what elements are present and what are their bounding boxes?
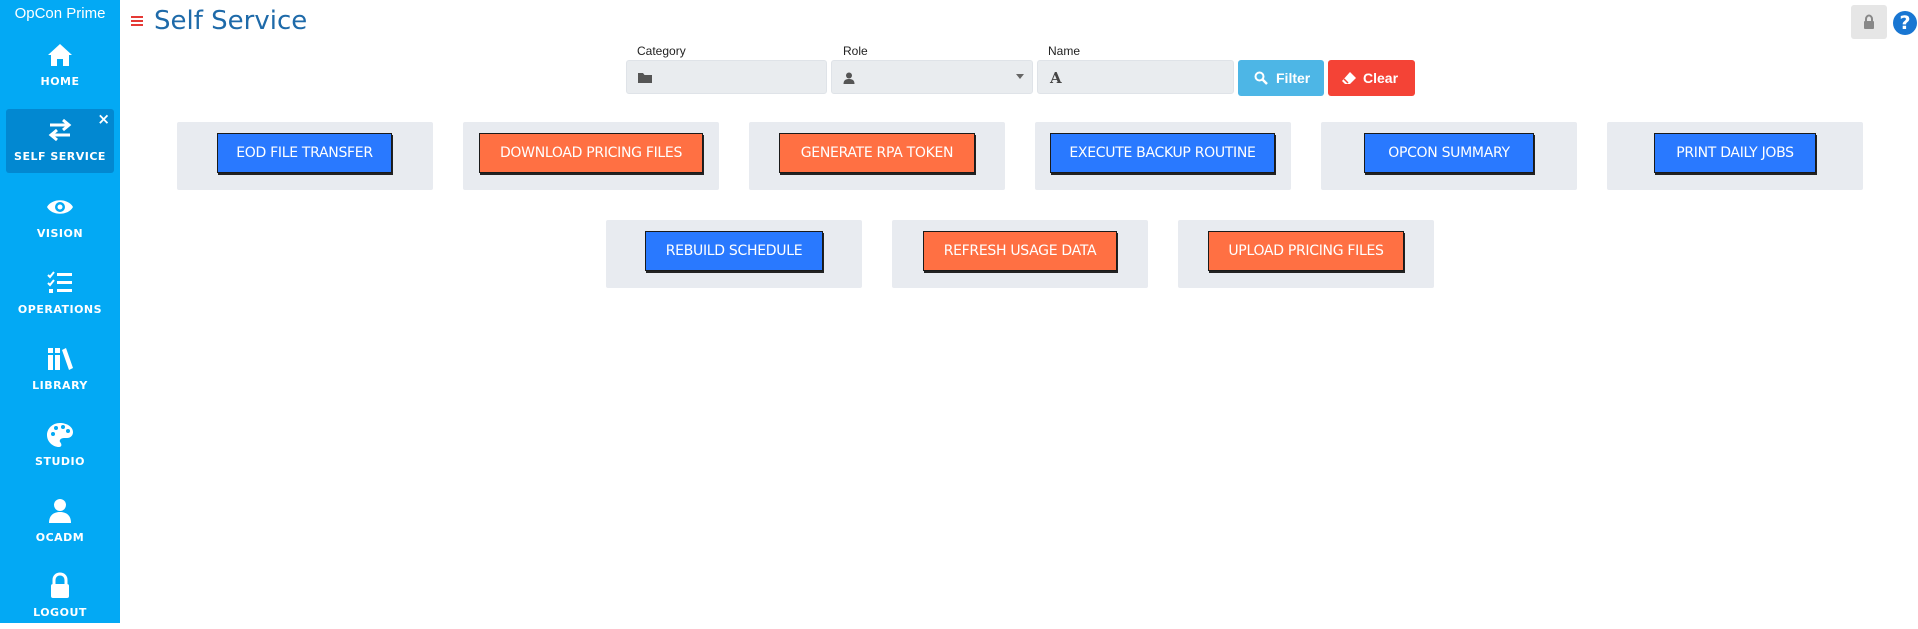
action-tile: EOD FILE TRANSFER bbox=[177, 122, 433, 190]
upload-pricing-files-button[interactable]: UPLOAD PRICING FILES bbox=[1208, 231, 1404, 271]
eye-icon bbox=[47, 200, 73, 214]
close-icon[interactable]: × bbox=[97, 110, 110, 128]
sidebar-item-logout[interactable]: LOGOUT bbox=[6, 565, 114, 629]
action-tile: OPCON SUMMARY bbox=[1321, 122, 1577, 190]
filter-button-label: Filter bbox=[1276, 70, 1311, 86]
lock-icon bbox=[51, 572, 69, 598]
eraser-icon bbox=[1342, 72, 1356, 84]
action-tile: REFRESH USAGE DATA bbox=[892, 220, 1148, 288]
font-icon: A bbox=[1050, 69, 1062, 87]
name-label: Name bbox=[1048, 44, 1081, 58]
page-title: Self Service bbox=[154, 6, 308, 36]
eod-file-transfer-button[interactable]: EOD FILE TRANSFER bbox=[217, 133, 392, 173]
books-icon bbox=[48, 348, 73, 370]
home-icon bbox=[48, 44, 72, 66]
sidebar: OpCon Prime HOME × SELF SERVICE VISION O… bbox=[0, 0, 120, 623]
clear-button[interactable]: Clear bbox=[1328, 60, 1415, 96]
sidebar-item-vision[interactable]: VISION bbox=[6, 186, 114, 250]
sidebar-item-home[interactable]: HOME bbox=[6, 34, 114, 98]
action-tile: PRINT DAILY JOBS bbox=[1607, 122, 1863, 190]
hamburger-icon[interactable] bbox=[131, 15, 143, 27]
tasks-icon bbox=[47, 271, 72, 293]
generate-rpa-token-button[interactable]: GENERATE RPA TOKEN bbox=[779, 133, 975, 173]
palette-icon bbox=[47, 423, 73, 447]
sidebar-item-label: HOME bbox=[40, 75, 80, 88]
sidebar-item-label: OPERATIONS bbox=[17, 303, 103, 316]
lock-button[interactable] bbox=[1851, 5, 1887, 39]
role-label: Role bbox=[843, 44, 868, 58]
sidebar-item-self-service[interactable]: × SELF SERVICE bbox=[6, 109, 114, 173]
category-label: Category bbox=[637, 44, 686, 58]
sidebar-item-studio[interactable]: STUDIO bbox=[6, 414, 114, 478]
role-select[interactable] bbox=[831, 60, 1033, 94]
name-input[interactable]: A bbox=[1037, 60, 1234, 94]
user-icon bbox=[843, 72, 855, 84]
action-tile: UPLOAD PRICING FILES bbox=[1178, 220, 1434, 288]
clear-button-label: Clear bbox=[1363, 70, 1399, 86]
print-daily-jobs-button[interactable]: PRINT DAILY JOBS bbox=[1654, 133, 1816, 173]
sidebar-item-label: SELF SERVICE bbox=[14, 150, 106, 163]
arrows-exchange-icon bbox=[48, 118, 72, 142]
help-icon[interactable]: ? bbox=[1893, 11, 1917, 35]
user-icon bbox=[49, 499, 71, 523]
folder-icon bbox=[638, 73, 652, 83]
action-tile: EXECUTE BACKUP ROUTINE bbox=[1035, 122, 1291, 190]
action-tile: REBUILD SCHEDULE bbox=[606, 220, 862, 288]
filter-button[interactable]: Filter bbox=[1238, 60, 1324, 96]
action-tile: DOWNLOAD PRICING FILES bbox=[463, 122, 719, 190]
chevron-down-icon bbox=[1016, 74, 1024, 79]
sidebar-item-ocadm[interactable]: OCADM bbox=[6, 490, 114, 554]
sidebar-item-label: OCADM bbox=[35, 531, 85, 544]
download-pricing-files-button[interactable]: DOWNLOAD PRICING FILES bbox=[479, 133, 703, 173]
sidebar-item-label: VISION bbox=[36, 227, 84, 240]
category-field[interactable] bbox=[626, 60, 827, 94]
search-icon bbox=[1254, 71, 1268, 85]
sidebar-item-label: LIBRARY bbox=[32, 379, 88, 392]
sidebar-item-label: STUDIO bbox=[35, 455, 85, 468]
lock-icon bbox=[1864, 14, 1874, 29]
execute-backup-routine-button[interactable]: EXECUTE BACKUP ROUTINE bbox=[1050, 133, 1275, 173]
app-title: OpCon Prime bbox=[14, 5, 106, 22]
sidebar-item-operations[interactable]: OPERATIONS bbox=[6, 262, 114, 326]
opcon-summary-button[interactable]: OPCON SUMMARY bbox=[1364, 133, 1534, 173]
sidebar-item-library[interactable]: LIBRARY bbox=[6, 338, 114, 402]
action-tile: GENERATE RPA TOKEN bbox=[749, 122, 1005, 190]
rebuild-schedule-button[interactable]: REBUILD SCHEDULE bbox=[645, 231, 823, 271]
refresh-usage-data-button[interactable]: REFRESH USAGE DATA bbox=[923, 231, 1117, 271]
sidebar-item-label: LOGOUT bbox=[33, 606, 87, 619]
